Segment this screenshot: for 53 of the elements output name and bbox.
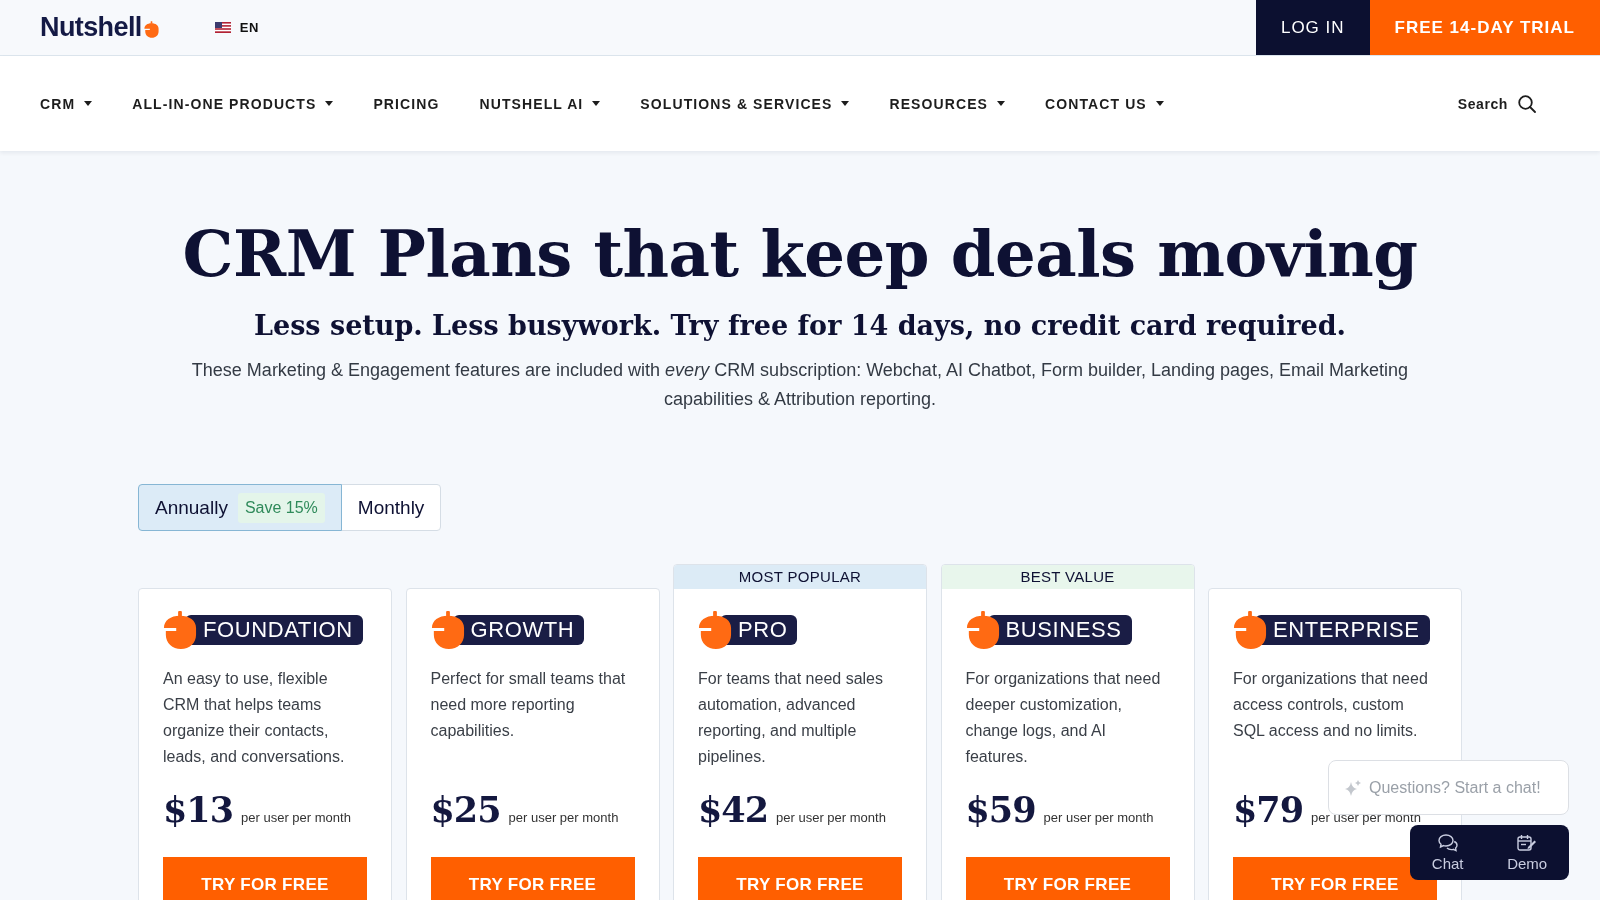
caret-icon: [592, 101, 601, 106]
plan-description: For organizations that need access controls, custom SQL access and no limits.: [1233, 669, 1429, 741]
caret-icon: [325, 101, 334, 106]
language-selector[interactable]: EN: [214, 0, 259, 55]
chat-bubbles-icon: [1437, 833, 1458, 852]
plan-ribbon: BEST VALUE: [941, 565, 1194, 589]
price-unit: per user per month: [241, 810, 351, 825]
search-icon: [1518, 94, 1536, 113]
plan-price: $79: [1233, 790, 1304, 830]
search-button[interactable]: Search: [1457, 94, 1536, 113]
caret-icon: [84, 101, 93, 106]
plan-price: $42: [698, 790, 769, 830]
acorn-icon: [143, 21, 159, 38]
sparkle-icon: [1345, 779, 1361, 796]
calendar-pencil-icon: [1517, 833, 1538, 852]
page-title: CRM Plans that keep deals moving: [181, 215, 1419, 292]
acorn-icon: [965, 611, 1000, 649]
discount-badge: Save 15%: [237, 492, 325, 523]
plan-name-badge: FOUNDATION: [185, 615, 363, 645]
intro-text: These Marketing & Engagement features are included with every CRM subscription: Webchat, AI Chatbot, Form builder, Landing pages, Email Marketing capabilities & Attribution reporting.: [190, 359, 1410, 411]
plan-description: For organizations that need deeper customization, change logs, and AI features.: [965, 669, 1162, 767]
plan-price: $13: [163, 790, 234, 830]
nav-menu-item[interactable]: CONTACT US: [1045, 95, 1164, 112]
caret-icon: [1155, 101, 1164, 106]
acorn-icon: [163, 611, 197, 649]
nav-menu-item[interactable]: ALL-IN-ONE PRODUCTS: [132, 95, 334, 112]
flag-icon: [214, 22, 231, 33]
billing-option[interactable]: Annually Save 15%: [138, 484, 342, 531]
plan-price: $59: [965, 790, 1036, 830]
nav-menu-item[interactable]: RESOURCES: [889, 95, 1006, 112]
billing-option[interactable]: Monthly: [340, 484, 442, 531]
price-unit: per user per month: [776, 810, 886, 825]
caret-icon: [841, 101, 850, 106]
acorn-icon: [430, 611, 465, 649]
price-unit: per user per month: [1043, 810, 1154, 825]
nav-menu-item[interactable]: CRM: [40, 95, 93, 112]
nav-menu-item[interactable]: PRICING: [373, 95, 440, 112]
plan-price: $25: [430, 790, 501, 830]
plan-description: Perfect for small teams that need more reporting capabilities.: [430, 669, 627, 741]
logo-link[interactable]: Nutshell: [40, 12, 159, 43]
page-subtitle: Less setup. Less busywork. Try free for 14 days, no credit card required.: [253, 309, 1347, 343]
nav-menu-item[interactable]: NUTSHELL AI: [479, 95, 601, 112]
caret-icon: [997, 101, 1006, 106]
acorn-icon: [698, 611, 732, 649]
acorn-icon: [1233, 611, 1267, 649]
nav-menu-item[interactable]: SOLUTIONS & SERVICES: [640, 95, 850, 112]
demo-button[interactable]: Demo: [1499, 829, 1556, 876]
plan-description: An easy to use, flexible CRM that helps teams organize their contacts, leads, and conversations.: [163, 669, 346, 767]
plan-name-badge: ENTERPRISE: [1255, 615, 1430, 645]
price-unit: per user per month: [508, 810, 619, 825]
plan-ribbon: MOST POPULAR: [674, 565, 926, 589]
login-button[interactable]: LOG IN: [1255, 0, 1370, 55]
plan-description: For teams that need sales automation, advanced reporting, and multiple pipelines.: [698, 669, 884, 767]
